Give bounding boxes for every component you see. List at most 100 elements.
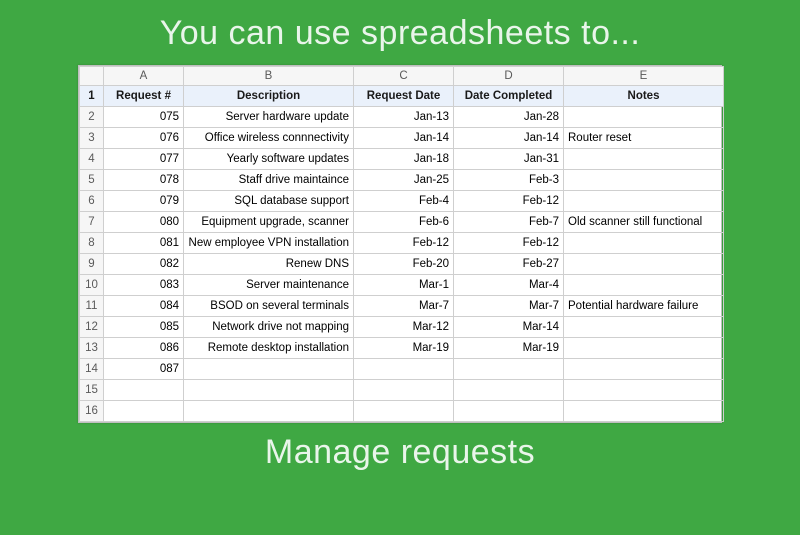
row-number[interactable]: 12 <box>80 317 104 338</box>
col-letter-a[interactable]: A <box>104 67 184 86</box>
cell-date-completed[interactable] <box>454 380 564 401</box>
cell-request-date[interactable]: Mar-1 <box>354 275 454 296</box>
cell-description[interactable]: SQL database support <box>184 191 354 212</box>
row-number[interactable]: 13 <box>80 338 104 359</box>
row-number[interactable]: 10 <box>80 275 104 296</box>
cell-request-no[interactable]: 081 <box>104 233 184 254</box>
cell-request-date[interactable]: Jan-18 <box>354 149 454 170</box>
cell-date-completed[interactable]: Mar-4 <box>454 275 564 296</box>
col-letter-e[interactable]: E <box>564 67 724 86</box>
cell-request-date[interactable]: Mar-12 <box>354 317 454 338</box>
cell-description[interactable]: Server maintenance <box>184 275 354 296</box>
cell-notes[interactable]: Router reset <box>564 128 724 149</box>
row-number[interactable]: 7 <box>80 212 104 233</box>
cell-request-date[interactable]: Jan-14 <box>354 128 454 149</box>
cell-description[interactable]: Equipment upgrade, scanner <box>184 212 354 233</box>
col-letter-b[interactable]: B <box>184 67 354 86</box>
cell-date-completed[interactable]: Mar-7 <box>454 296 564 317</box>
cell-description[interactable]: Server hardware update <box>184 107 354 128</box>
cell-date-completed[interactable]: Jan-14 <box>454 128 564 149</box>
row-number[interactable]: 11 <box>80 296 104 317</box>
cell-date-completed[interactable] <box>454 401 564 422</box>
cell-notes[interactable]: Old scanner still functional <box>564 212 724 233</box>
row-number[interactable]: 8 <box>80 233 104 254</box>
cell-date-completed[interactable] <box>454 359 564 380</box>
header-notes[interactable]: Notes <box>564 86 724 107</box>
cell-description[interactable]: New employee VPN installation <box>184 233 354 254</box>
row-number[interactable]: 6 <box>80 191 104 212</box>
cell-request-date[interactable]: Mar-7 <box>354 296 454 317</box>
cell-request-no[interactable]: 077 <box>104 149 184 170</box>
cell-date-completed[interactable]: Mar-14 <box>454 317 564 338</box>
cell-date-completed[interactable]: Feb-7 <box>454 212 564 233</box>
header-request-date[interactable]: Request Date <box>354 86 454 107</box>
cell-request-date[interactable]: Feb-20 <box>354 254 454 275</box>
cell-request-date[interactable]: Jan-13 <box>354 107 454 128</box>
cell-description[interactable]: Remote desktop installation <box>184 338 354 359</box>
cell-request-no[interactable]: 080 <box>104 212 184 233</box>
cell-date-completed[interactable]: Jan-31 <box>454 149 564 170</box>
header-request-no[interactable]: Request # <box>104 86 184 107</box>
row-number[interactable]: 14 <box>80 359 104 380</box>
cell-notes[interactable] <box>564 170 724 191</box>
cell-description[interactable]: Staff drive maintaince <box>184 170 354 191</box>
row-number[interactable]: 5 <box>80 170 104 191</box>
cell-description[interactable]: Office wireless connnectivity <box>184 128 354 149</box>
cell-notes[interactable] <box>564 149 724 170</box>
col-letter-d[interactable]: D <box>454 67 564 86</box>
row-number[interactable]: 15 <box>80 380 104 401</box>
cell-request-date[interactable] <box>354 359 454 380</box>
cell-date-completed[interactable]: Jan-28 <box>454 107 564 128</box>
cell-request-no[interactable]: 087 <box>104 359 184 380</box>
cell-notes[interactable] <box>564 401 724 422</box>
cell-description[interactable] <box>184 359 354 380</box>
cell-description[interactable] <box>184 401 354 422</box>
cell-description[interactable]: Renew DNS <box>184 254 354 275</box>
cell-request-no[interactable]: 083 <box>104 275 184 296</box>
cell-request-no[interactable]: 075 <box>104 107 184 128</box>
row-number[interactable]: 9 <box>80 254 104 275</box>
cell-request-no[interactable]: 085 <box>104 317 184 338</box>
cell-date-completed[interactable]: Feb-27 <box>454 254 564 275</box>
cell-date-completed[interactable]: Feb-3 <box>454 170 564 191</box>
row-number[interactable]: 16 <box>80 401 104 422</box>
cell-request-no[interactable]: 084 <box>104 296 184 317</box>
row-number[interactable]: 4 <box>80 149 104 170</box>
cell-notes[interactable] <box>564 191 724 212</box>
cell-notes[interactable] <box>564 107 724 128</box>
cell-request-date[interactable]: Feb-12 <box>354 233 454 254</box>
corner-cell[interactable] <box>80 67 104 86</box>
cell-request-no[interactable]: 078 <box>104 170 184 191</box>
cell-request-no[interactable]: 079 <box>104 191 184 212</box>
cell-request-no[interactable] <box>104 380 184 401</box>
cell-request-date[interactable] <box>354 380 454 401</box>
cell-request-date[interactable] <box>354 401 454 422</box>
cell-request-date[interactable]: Feb-4 <box>354 191 454 212</box>
cell-request-date[interactable]: Feb-6 <box>354 212 454 233</box>
cell-notes[interactable] <box>564 233 724 254</box>
cell-description[interactable]: Yearly software updates <box>184 149 354 170</box>
cell-date-completed[interactable]: Mar-19 <box>454 338 564 359</box>
header-description[interactable]: Description <box>184 86 354 107</box>
row-number[interactable]: 3 <box>80 128 104 149</box>
cell-notes[interactable] <box>564 317 724 338</box>
cell-notes[interactable] <box>564 254 724 275</box>
header-date-completed[interactable]: Date Completed <box>454 86 564 107</box>
cell-request-date[interactable]: Jan-25 <box>354 170 454 191</box>
cell-description[interactable]: BSOD on several terminals <box>184 296 354 317</box>
cell-notes[interactable] <box>564 275 724 296</box>
cell-description[interactable]: Network drive not mapping <box>184 317 354 338</box>
cell-date-completed[interactable]: Feb-12 <box>454 233 564 254</box>
cell-notes[interactable] <box>564 359 724 380</box>
row-number[interactable]: 1 <box>80 86 104 107</box>
row-number[interactable]: 2 <box>80 107 104 128</box>
cell-request-no[interactable] <box>104 401 184 422</box>
cell-notes[interactable] <box>564 380 724 401</box>
cell-request-no[interactable]: 086 <box>104 338 184 359</box>
cell-date-completed[interactable]: Feb-12 <box>454 191 564 212</box>
cell-request-date[interactable]: Mar-19 <box>354 338 454 359</box>
cell-notes[interactable] <box>564 338 724 359</box>
col-letter-c[interactable]: C <box>354 67 454 86</box>
cell-request-no[interactable]: 076 <box>104 128 184 149</box>
cell-request-no[interactable]: 082 <box>104 254 184 275</box>
